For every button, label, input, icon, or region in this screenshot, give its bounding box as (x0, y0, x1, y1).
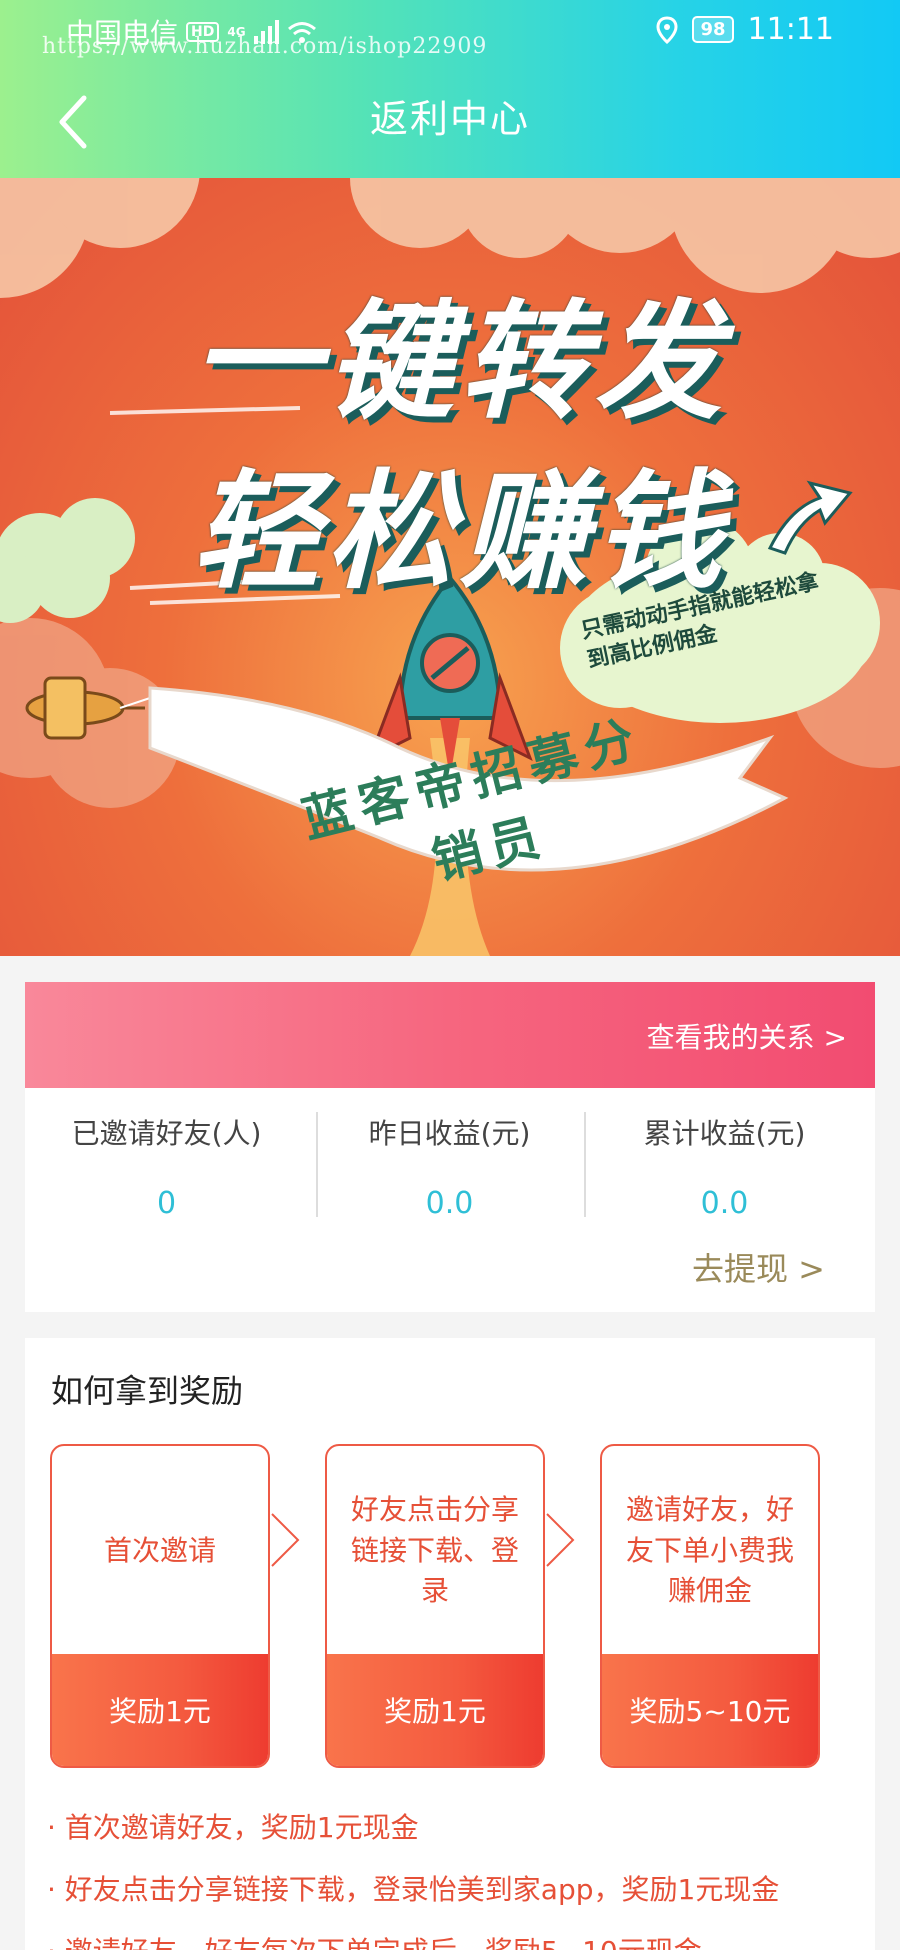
relation-bar[interactable]: 查看我的关系 > (25, 982, 875, 1088)
step-card-3: 邀请好友，好友下单小费我赚佣金 奖励5~10元 (600, 1444, 820, 1768)
withdraw-link[interactable]: 去提现 > (692, 1244, 825, 1290)
stat-value: 0 (156, 1186, 177, 1221)
app-header: 中国电信 HD 4G 98 11:11 https://www.huzhan.c… (0, 0, 900, 178)
step-text: 好友点击分享链接下载、登录 (350, 1493, 519, 1608)
stat-yesterday: 昨日收益(元) 0.0 (308, 1112, 591, 1221)
chevron-right-icon (271, 1513, 300, 1567)
step-text: 邀请好友，好友下单小费我赚佣金 (625, 1493, 794, 1608)
earnings-card: 查看我的关系 > 已邀请好友(人) 0 昨日收益(元) 0.0 累计收益(元) … (25, 982, 875, 1312)
chevron-right-icon (546, 1513, 575, 1567)
rule-item: · 首次邀请好友，奖励1元现金 (47, 1811, 419, 1844)
rule-item: · 好友点击分享链接下载，登录怡美到家app，奖励1元现金 (47, 1873, 780, 1906)
location-icon (656, 15, 678, 44)
watermark-text: https://www.huzhan.com/ishop22909 (42, 34, 488, 59)
stat-label: 已邀请好友(人) (71, 1117, 262, 1150)
stat-label: 昨日收益(元) (368, 1117, 531, 1150)
section-title: 如何拿到奖励 (51, 1372, 244, 1410)
step-card-1: 首次邀请 奖励1元 (50, 1444, 270, 1768)
stat-invited: 已邀请好友(人) 0 (25, 1112, 308, 1221)
step-reward: 奖励1元 (52, 1654, 268, 1766)
stat-label: 累计收益(元) (643, 1117, 806, 1150)
stat-total: 累计收益(元) 0.0 (583, 1112, 866, 1221)
page-title: 返利中心 (369, 97, 530, 141)
rule-item: · 邀请好友，好友每次下单完成后，奖励5~10元现金 (47, 1930, 702, 1950)
step-reward: 奖励5~10元 (602, 1654, 818, 1766)
step-text: 首次邀请 (103, 1533, 216, 1567)
status-right: 98 11:11 (656, 12, 834, 47)
step-card-2: 好友点击分享链接下载、登录 奖励1元 (325, 1444, 545, 1768)
step-reward: 奖励1元 (327, 1654, 543, 1766)
banner-headline-2: 轻松赚钱 (191, 458, 728, 607)
how-to-earn-card: 如何拿到奖励 首次邀请 奖励1元 好友点击分享链接下载、登录 奖励1元 邀请好友… (25, 1338, 875, 1950)
promo-banner[interactable]: 一键转发 轻松赚钱 只需动动手指就能轻松拿到高比例佣金 蓝客帝招募分销员 (0, 178, 900, 956)
stat-value: 0.0 (700, 1186, 749, 1221)
banner-headline-1: 一键转发 (191, 288, 728, 437)
battery-icon: 98 (692, 16, 734, 43)
stat-value: 0.0 (425, 1186, 474, 1221)
view-relation-link[interactable]: 查看我的关系 > (647, 1016, 847, 1056)
status-time: 11:11 (747, 12, 834, 47)
